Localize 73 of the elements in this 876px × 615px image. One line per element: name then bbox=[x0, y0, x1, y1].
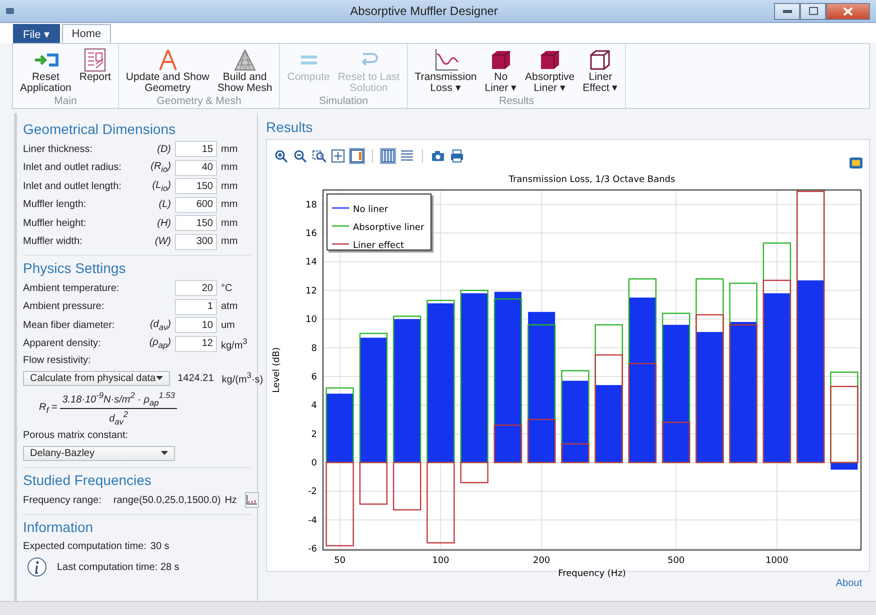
unit-label: kg/m$^{3}$ bbox=[221, 336, 248, 352]
unit-label: atm bbox=[221, 301, 239, 312]
axis-tick-label: 100 bbox=[432, 556, 450, 566]
group-label: Main bbox=[54, 95, 77, 109]
symbol: (D) bbox=[156, 144, 171, 155]
legend-label: No liner bbox=[353, 205, 388, 215]
unit-label: mm bbox=[221, 144, 239, 155]
info-value: 30 s bbox=[150, 541, 170, 552]
chart-title: Transmission Loss, 1/3 Octave Bands bbox=[508, 175, 676, 185]
unit-label: kg/(m$^{3}$·s) bbox=[222, 370, 264, 386]
field-label: Ambient temperature: bbox=[23, 282, 120, 294]
axis-tick-label: 1000 bbox=[765, 556, 788, 566]
legend-label: Liner effect bbox=[353, 241, 404, 251]
unit-label: mm bbox=[221, 162, 239, 174]
symbol: (H) bbox=[156, 218, 171, 229]
axis-tick-label: 2 bbox=[311, 430, 317, 440]
field-label: Muffler width: bbox=[23, 236, 84, 248]
group-label: Results bbox=[498, 95, 534, 109]
axis-tick-label: 6 bbox=[311, 372, 317, 382]
field-label: Ambient pressure: bbox=[23, 301, 106, 312]
result-value: 1424.21 bbox=[178, 372, 214, 384]
field-label: Muffler length: bbox=[23, 199, 88, 210]
field-label: Porous matrix constant: bbox=[23, 430, 128, 441]
field-label: Flow resistivity: bbox=[23, 355, 91, 366]
axis-tick-label: 12 bbox=[306, 286, 317, 296]
field-label: Inlet and outlet radius: bbox=[23, 162, 122, 174]
section-title: Information bbox=[23, 518, 94, 534]
section-title: Studied Frequencies bbox=[23, 472, 152, 488]
axis-tick-label: 10 bbox=[306, 315, 317, 326]
section-title: Results bbox=[266, 119, 314, 135]
symbol: (W) bbox=[154, 236, 171, 248]
field-label: Inlet and outlet length: bbox=[23, 180, 122, 192]
section-title: Physics Settings bbox=[23, 260, 127, 276]
unit-label: mm bbox=[221, 218, 239, 229]
group-label: Geometry & Mesh bbox=[156, 95, 242, 109]
field-label: Frequency range: bbox=[23, 494, 102, 506]
unit-label: mm bbox=[221, 236, 239, 248]
field-label: Muffler height: bbox=[23, 218, 88, 229]
axis-tick-label: 4 bbox=[311, 401, 317, 412]
unit-label: Hz bbox=[224, 494, 237, 506]
formula-text: R$_{f}$ = bbox=[39, 402, 58, 414]
range-value: range(50.0,25.0,1500.0) bbox=[113, 494, 221, 506]
symbol: (L$_{io}$) bbox=[151, 180, 171, 193]
info-label: Expected computation time: bbox=[23, 541, 146, 552]
axis-tick-label: 500 bbox=[667, 556, 685, 566]
axis-tick-label: -4 bbox=[308, 516, 317, 526]
unit-label: mm bbox=[221, 199, 239, 210]
field-label: Apparent density: bbox=[23, 338, 102, 350]
axis-tick-label: 50 bbox=[334, 556, 346, 566]
symbol: (ρ$_{ap}$) bbox=[148, 337, 171, 350]
axis-tick-label: 16 bbox=[306, 229, 317, 240]
info-text: Last computation time: 28 s bbox=[57, 562, 180, 572]
unit-label: um bbox=[221, 320, 236, 331]
group-label: Simulation bbox=[318, 95, 368, 109]
legend-label: Absorptive liner bbox=[353, 223, 424, 233]
symbol: (d$_{av}$) bbox=[148, 318, 171, 332]
axis-tick-label: 14 bbox=[306, 258, 317, 268]
symbol: (R$_{io}$) bbox=[150, 161, 171, 174]
unit-label: mm bbox=[221, 180, 239, 192]
symbol: (L) bbox=[158, 199, 171, 210]
axis-tick-label: -2 bbox=[308, 487, 317, 498]
axis-tick-label: 18 bbox=[306, 200, 317, 210]
axis-label: Frequency (Hz) bbox=[558, 569, 626, 579]
field-label: Liner thickness: bbox=[23, 144, 94, 155]
axis-tick-label: 0 bbox=[311, 458, 317, 468]
axis-tick-label: 8 bbox=[311, 344, 317, 354]
axis-tick-label: 200 bbox=[532, 556, 550, 566]
axis-tick-label: -6 bbox=[308, 544, 317, 555]
axis-label: Level (dB) bbox=[272, 347, 282, 393]
window-title: Absorptive Muffler Designer bbox=[349, 4, 499, 18]
unit-label: °C bbox=[221, 282, 234, 294]
field-label: Mean fiber diameter: bbox=[23, 320, 116, 331]
section-title: Geometrical Dimensions bbox=[23, 121, 176, 137]
